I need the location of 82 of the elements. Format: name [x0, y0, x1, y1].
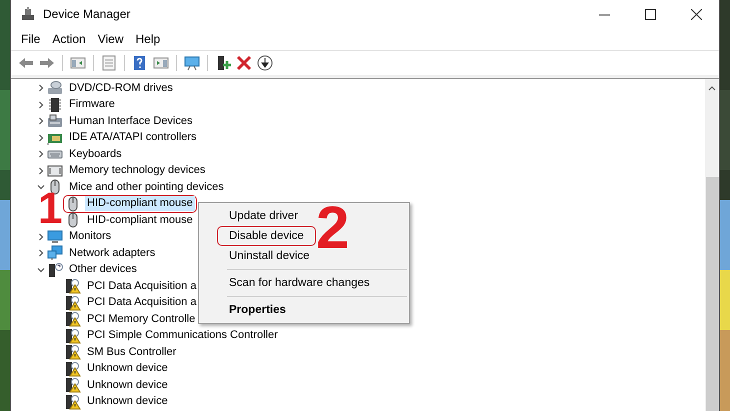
tree-item[interactable]: PCI Memory Controlle: [63, 310, 200, 328]
tree-item[interactable]: Other devices: [45, 260, 141, 279]
chevron-icon[interactable]: [37, 249, 45, 258]
chevron-icon[interactable]: [37, 166, 45, 175]
tree-item-label[interactable]: Network adapters: [67, 246, 158, 261]
tree-item[interactable]: Unknown device: [63, 360, 172, 378]
warning-device-icon: [65, 328, 81, 344]
tree-item[interactable]: Monitors: [45, 228, 116, 246]
menu-item[interactable]: Scan for hardware changes: [217, 273, 382, 293]
tree-item[interactable]: PCI Data Acquisition a: [63, 294, 200, 312]
tree-item-label[interactable]: Human Interface Devices: [67, 114, 194, 129]
tree-item-label[interactable]: Firmware: [67, 97, 117, 112]
download-icon[interactable]: [256, 54, 274, 72]
tree-item-label[interactable]: Unknown device: [85, 394, 170, 410]
memory-card-icon: [47, 162, 63, 179]
tree-item[interactable]: HID-compliant mouse: [63, 211, 197, 230]
menu-item[interactable]: View: [92, 30, 130, 48]
unknown-device-icon: [47, 262, 63, 278]
menu-item[interactable]: Update driver: [217, 206, 310, 226]
chevron-icon[interactable]: [37, 84, 45, 92]
device-icon: [47, 113, 63, 130]
monitor-icon: [47, 228, 63, 245]
app-icon: [21, 7, 35, 21]
warning-device-icon: [65, 311, 81, 328]
chevron-icon[interactable]: [37, 150, 45, 158]
tree-item[interactable]: Firmware: [45, 96, 119, 114]
menu-item[interactable]: Properties: [217, 300, 298, 320]
tree-item-label[interactable]: PCI Data Acquisition a: [85, 295, 198, 310]
chevron-icon[interactable]: [37, 100, 45, 109]
warning-device-icon: [65, 344, 81, 360]
chip-icon: [47, 96, 63, 113]
warning-device-icon: [65, 377, 81, 394]
tree-item[interactable]: IDE ATA/ATAPI controllers: [45, 128, 201, 147]
properties-sheet-icon[interactable]: [100, 54, 118, 72]
menu-item[interactable]: Disable device: [217, 226, 316, 246]
tree-item-label[interactable]: Unknown device: [85, 378, 170, 393]
chevron-icon[interactable]: [37, 117, 45, 126]
remove-icon[interactable]: [235, 54, 253, 72]
chevron-icon[interactable]: [37, 134, 45, 142]
tree-item-label[interactable]: HID-compliant mouse: [85, 212, 195, 228]
tree-item[interactable]: PCI Simple Communications Controller: [63, 326, 282, 345]
close-icon: [690, 8, 702, 20]
tree-item[interactable]: Keyboards: [45, 145, 126, 164]
tree-item-label[interactable]: IDE ATA/ATAPI controllers: [67, 130, 199, 146]
tree-item[interactable]: Human Interface Devices: [45, 112, 196, 130]
step-number: 2: [316, 205, 350, 250]
disc-drive-icon: [47, 80, 63, 96]
scroll-up-icon[interactable]: [708, 85, 716, 91]
scrollbar[interactable]: [705, 79, 719, 411]
tree-item[interactable]: Memory technology devices: [45, 162, 210, 180]
tree-item-label[interactable]: Other devices: [67, 262, 139, 278]
warning-device-icon: [65, 294, 81, 311]
tree-item[interactable]: DVD/CD-ROM drives: [45, 79, 177, 98]
tree-item-label[interactable]: PCI Simple Communications Controller: [85, 328, 280, 344]
monitor-icon[interactable]: [183, 54, 201, 72]
tree-item[interactable]: SM Bus Controller: [63, 343, 180, 362]
network-icon: [47, 245, 63, 262]
tree-item[interactable]: Unknown device: [63, 392, 172, 411]
window-title: Device Manager: [43, 7, 132, 21]
step-number: 1: [38, 193, 62, 225]
chevron-icon[interactable]: [37, 232, 45, 241]
tree-item[interactable]: PCI Data Acquisition a: [63, 277, 200, 296]
tree-item[interactable]: Unknown device: [63, 376, 172, 394]
warning-device-icon: [65, 360, 81, 377]
tree-item-label[interactable]: Mice and other pointing devices: [67, 180, 226, 195]
warning-device-icon: [65, 278, 81, 294]
menu-item[interactable]: Help: [130, 30, 166, 48]
menu-item[interactable]: File: [15, 30, 46, 48]
tree-item-label[interactable]: DVD/CD-ROM drives: [67, 80, 175, 96]
tree-item[interactable]: Network adapters: [45, 244, 160, 262]
tree-item-label[interactable]: HID-compliant mouse: [85, 196, 195, 212]
menu-item[interactable]: Action: [46, 30, 92, 48]
tree-item-label[interactable]: Unknown device: [85, 361, 170, 376]
tree-item-label[interactable]: PCI Memory Controlle: [85, 312, 198, 327]
tree-item-label[interactable]: Monitors: [67, 229, 114, 244]
chevron-icon[interactable]: [37, 183, 45, 192]
tree-item-label[interactable]: Keyboards: [67, 146, 124, 162]
maximize-icon: [644, 8, 656, 20]
tree-item-label[interactable]: PCI Data Acquisition a: [85, 278, 198, 294]
tree-item-label[interactable]: Memory technology devices: [67, 163, 208, 178]
chevron-icon[interactable]: [37, 266, 45, 274]
tree-item-label[interactable]: SM Bus Controller: [85, 344, 178, 360]
